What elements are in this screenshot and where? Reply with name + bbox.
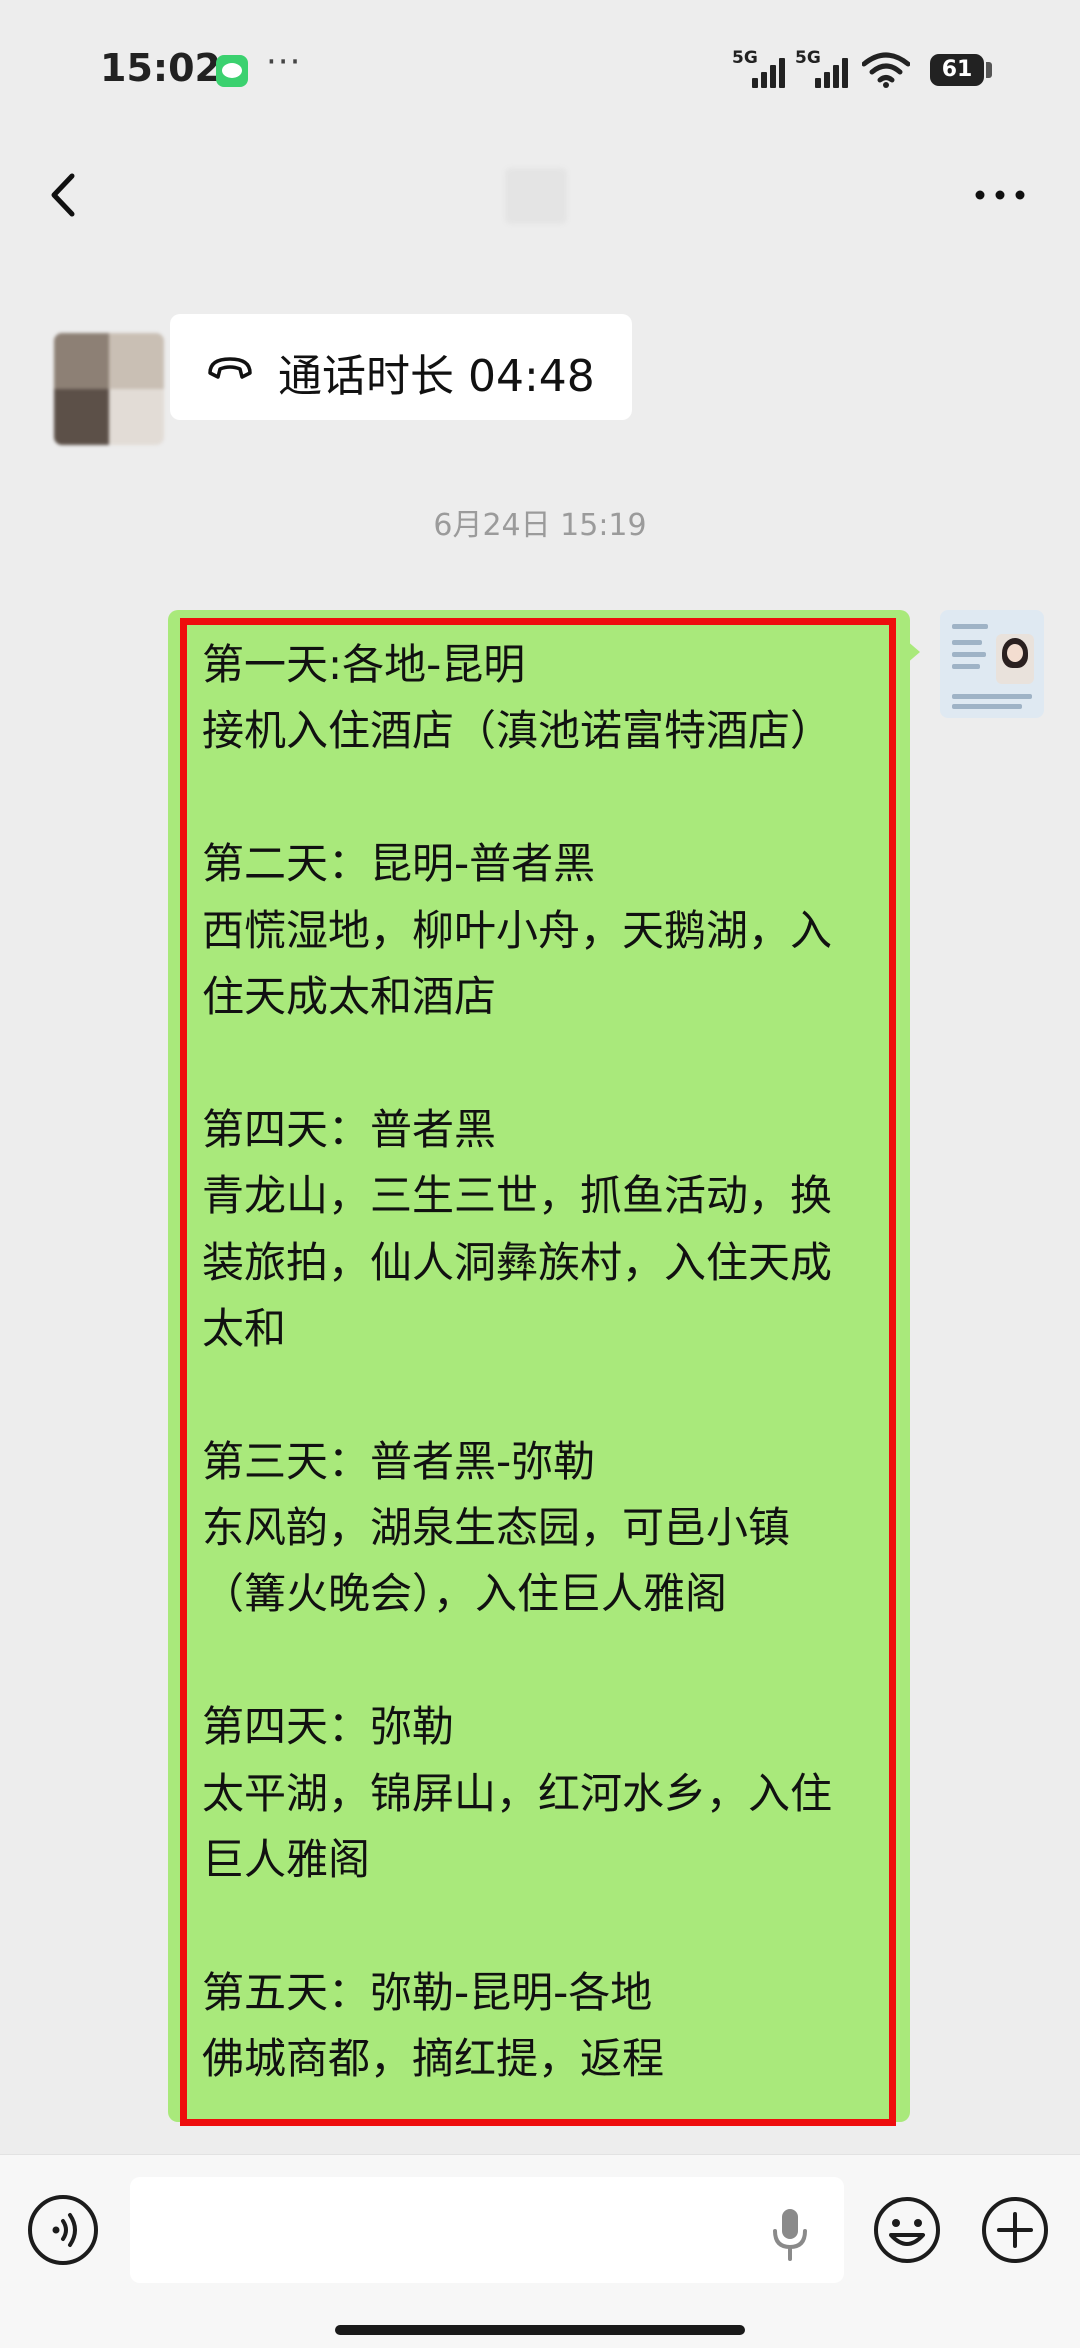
more-dots-icon[interactable] <box>970 178 1030 212</box>
status-bar: 15:02 ··· 5G 5G 61 <box>0 0 1080 140</box>
signal-1-label: 5G <box>732 48 758 68</box>
itinerary-line: 巨人雅阁 <box>202 1835 371 1885</box>
itinerary-line: 第四天：普者黑 <box>202 1104 497 1154</box>
plus-icon[interactable] <box>980 2195 1050 2265</box>
call-duration-bubble[interactable]: 通话时长 04:48 <box>170 314 632 420</box>
phone-hangup-icon <box>208 357 252 379</box>
home-indicator[interactable] <box>335 2325 745 2335</box>
itinerary-line: 第二天：昆明-普者黑 <box>202 839 596 889</box>
status-more-dots: ··· <box>266 42 302 82</box>
itinerary-line: 第五天：弥勒-昆明-各地 <box>202 1967 653 2017</box>
battery-level: 61 <box>930 54 984 86</box>
itinerary-line: 西慌湿地，柳叶小舟，天鹅湖，入 <box>202 905 833 955</box>
message-input[interactable] <box>130 2177 844 2283</box>
itinerary-line <box>202 1030 882 1096</box>
bubble-tail <box>906 640 920 664</box>
itinerary-line: 住天成太和酒店 <box>202 971 497 1021</box>
signal-2-icon: 5G <box>795 48 855 88</box>
itinerary-line: （篝火晚会），入住巨人雅阁 <box>202 1569 728 1619</box>
chat-input-bar <box>0 2154 1080 2348</box>
call-duration-text: 通话时长 04:48 <box>278 351 595 402</box>
itinerary-line <box>202 765 882 831</box>
avatar-photo <box>996 634 1034 684</box>
wifi-icon <box>862 52 910 88</box>
status-time: 15:02 <box>100 46 221 90</box>
contact-avatar[interactable] <box>54 333 164 445</box>
microphone-icon[interactable] <box>770 2207 810 2263</box>
my-avatar[interactable] <box>940 610 1044 718</box>
signal-1-icon: 5G <box>732 48 792 88</box>
voice-icon[interactable] <box>28 2195 98 2265</box>
itinerary-line: 装旅拍，仙人洞彝族村，入住天成 <box>202 1237 833 1287</box>
itinerary-line: 青龙山，三生三世，抓鱼活动，换 <box>202 1171 833 1221</box>
chat-header <box>0 140 1080 250</box>
itinerary-line: 第一天:各地-昆明 <box>202 640 526 689</box>
itinerary-text: 第一天:各地-昆明 接机入住酒店（滇池诺富特酒店） 第二天：昆明-普者黑 西慌湿… <box>202 632 882 2093</box>
itinerary-line: 第四天：弥勒 <box>202 1702 455 1752</box>
itinerary-line <box>202 1893 882 1959</box>
wechat-notification-icon <box>216 55 248 87</box>
itinerary-line: 第三天：普者黑-弥勒 <box>202 1436 596 1486</box>
itinerary-line <box>202 1362 882 1428</box>
itinerary-line: 太平湖，锦屏山，红河水乡，入住 <box>202 1768 833 1818</box>
signal-2-label: 5G <box>795 48 821 68</box>
itinerary-line: 佛城商都，摘红提，返程 <box>202 2034 665 2084</box>
itinerary-line: 接机入住酒店（滇池诺富特酒店） <box>202 706 833 756</box>
emoji-icon[interactable] <box>872 2195 942 2265</box>
battery-tip <box>986 62 992 78</box>
chevron-left-icon[interactable] <box>40 170 90 220</box>
message-timestamp: 6月24日 15:19 <box>433 508 647 543</box>
itinerary-line <box>202 1628 882 1694</box>
itinerary-line: 东风韵，湖泉生态园，可邑小镇 <box>202 1503 791 1553</box>
itinerary-line: 太和 <box>202 1303 287 1353</box>
chat-title-obscured <box>505 168 567 224</box>
